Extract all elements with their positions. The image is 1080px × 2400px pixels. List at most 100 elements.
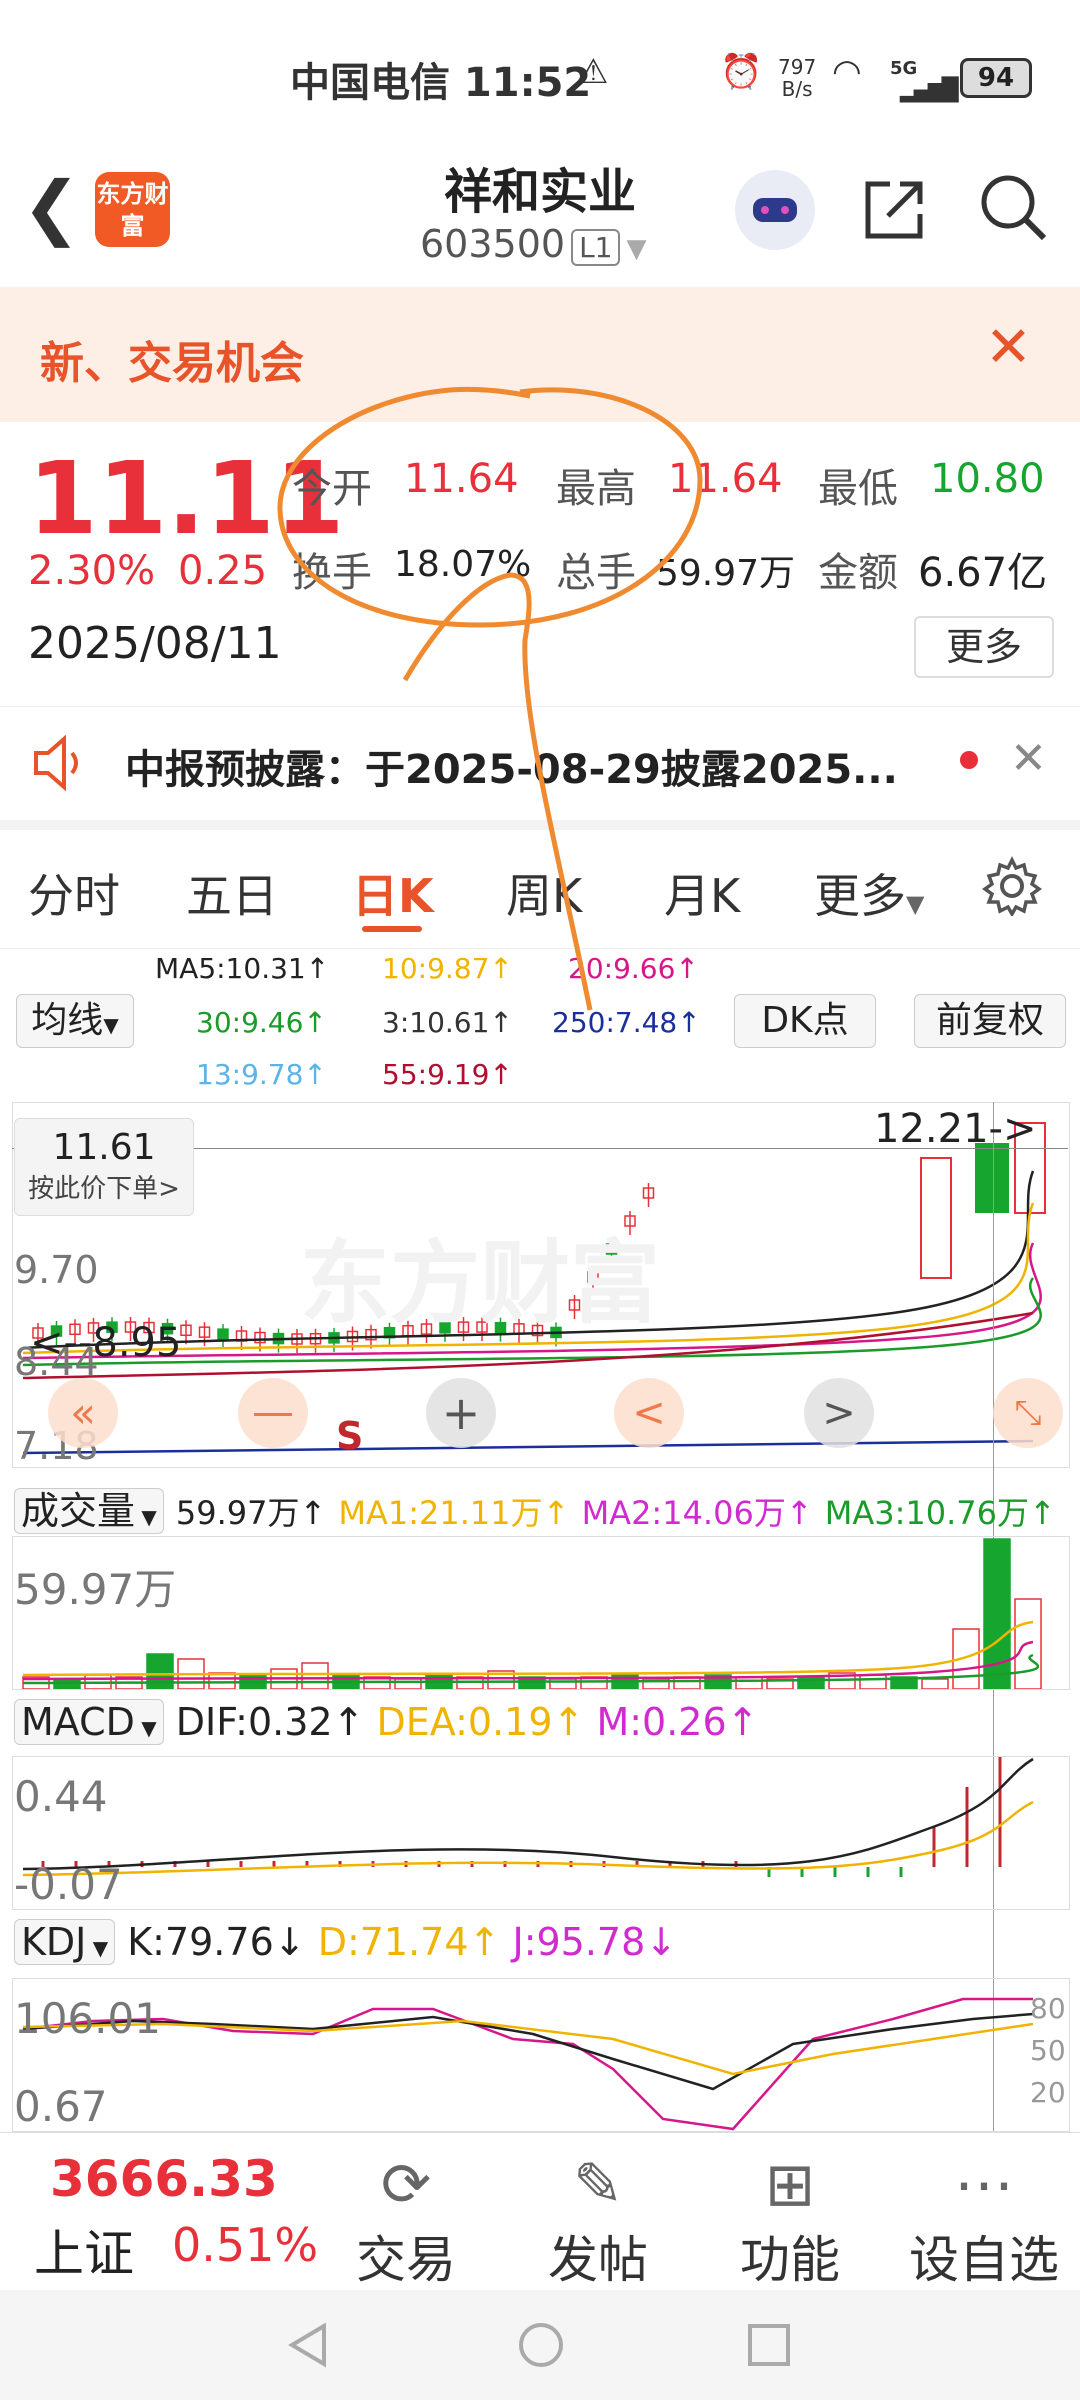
volume-axis-label: 59.97万	[14, 1565, 177, 1614]
kdj-tick-50: 50	[1030, 2034, 1066, 2067]
ma3-value: 3:10.61↑	[382, 1006, 513, 1039]
level-badge: L1	[571, 229, 621, 266]
scroll-right-button[interactable]: >	[804, 1378, 874, 1448]
fullscreen-icon[interactable]: ⤡	[993, 1378, 1063, 1448]
macd-dea: DEA:0.19↑	[376, 1700, 585, 1744]
open-value: 11.64	[404, 456, 519, 502]
yen-coin-icon: ⟳	[380, 2150, 432, 2220]
zoom-out-button[interactable]: —	[238, 1378, 308, 1448]
tab-intraday[interactable]: 分时	[28, 860, 120, 926]
kdj-d-line	[22, 2019, 1034, 2076]
amount-value: 6.67亿	[918, 550, 1048, 596]
kdj-canvas	[22, 1997, 1034, 2131]
home-circle-icon[interactable]	[516, 2320, 566, 2370]
nav-trade[interactable]: ⟳ 交易	[306, 2150, 506, 2292]
tab-weekly-k[interactable]: 周K	[506, 860, 582, 926]
index-name[interactable]: 上证	[34, 2214, 134, 2286]
notice-text: 中报预披露：于2025-08-29披露2025...	[125, 747, 898, 793]
tab-five-day[interactable]: 五日	[186, 860, 278, 926]
volume-bar	[735, 1676, 763, 1690]
nav-add-watchlist[interactable]: ⋯ 设自选	[884, 2150, 1080, 2292]
macd-selector[interactable]: MACD ▼	[14, 1699, 164, 1745]
kdj-axis-top: 106.01	[14, 1994, 161, 2043]
change-amount: 0.25	[178, 548, 268, 594]
kdj-j: J:95.78↓	[512, 1920, 678, 1964]
volume-current: 59.97万↑	[175, 1494, 327, 1532]
search-icon[interactable]	[978, 172, 1050, 244]
kdj-d: D:71.74↑	[317, 1920, 501, 1964]
volume-ma1-line	[22, 1620, 1034, 1677]
signal-icon: ▂▄▆█	[900, 78, 959, 103]
opportunity-banner[interactable]: 新、交易机会 ✕	[0, 287, 1080, 422]
ma-selector[interactable]: 均线▼	[16, 994, 134, 1048]
scroll-left-fast-button[interactable]: «	[48, 1378, 118, 1448]
candle-body	[920, 1157, 952, 1279]
candle-body	[217, 1328, 229, 1340]
status-bar: 中国电信 11:52 ⚠ ⏰ 797 B/s ◠ 5G ▂▄▆█ 94	[0, 0, 1080, 150]
speaker-icon	[34, 735, 78, 791]
high-value: 11.64	[668, 456, 783, 502]
volume-bar	[394, 1678, 422, 1690]
turnover-value: 18.07%	[394, 544, 532, 585]
settings-gear-icon[interactable]	[982, 856, 1042, 916]
kdj-k: K:79.76↓	[127, 1920, 306, 1964]
net-speed: 797 B/s	[778, 55, 817, 101]
kdj-selector[interactable]: KDJ ▼	[14, 1919, 116, 1965]
quote-date: 2025/08/11	[28, 618, 282, 669]
volume-bar	[146, 1653, 174, 1690]
macd-m: M:0.26↑	[596, 1700, 759, 1744]
macd-chart[interactable]	[12, 1747, 1070, 1910]
change-percent: 2.30%	[28, 548, 156, 594]
kdj-chart[interactable]	[12, 1978, 1070, 2132]
kdj-legend: KDJ ▼ K:79.76↓ D:71.74↑ J:95.78↓	[14, 1919, 678, 1965]
volume-selector[interactable]: 成交量 ▼	[14, 1488, 164, 1534]
tab-more[interactable]: 更多▼	[814, 860, 924, 926]
close-icon[interactable]: ✕	[985, 315, 1032, 380]
back-triangle-icon[interactable]	[284, 2320, 334, 2370]
stock-code-selector[interactable]: 603500 L1 ▼	[420, 222, 646, 266]
more-quote-button[interactable]: 更多	[914, 616, 1054, 678]
dk-point-button[interactable]: DK点	[734, 994, 876, 1048]
crosshair-price-box[interactable]: 11.61 按此价下单>	[14, 1118, 194, 1216]
volume-ma2: MA2:14.06万↑	[581, 1494, 813, 1532]
macd-axis-bottom: -0.07	[14, 1860, 123, 1909]
nav-post[interactable]: ✎ 发帖	[498, 2150, 698, 2292]
nav-functions[interactable]: ⊞ 功能	[690, 2150, 890, 2292]
kdj-tick-80: 80	[1030, 1992, 1066, 2025]
open-label: 今开	[292, 466, 372, 512]
period-tabs: 分时 五日 日K 周K 月K 更多▼	[0, 820, 1080, 949]
ma20-value: 20:9.66↑	[568, 952, 699, 985]
notice-bar[interactable]: 中报预披露：于2025-08-29披露2025... ✕	[0, 706, 1080, 817]
network-type: 5G	[890, 58, 918, 79]
order-hint: 按此价下单>	[28, 1174, 180, 1204]
scroll-left-button[interactable]: <	[614, 1378, 684, 1448]
low-label: 最低	[818, 466, 898, 512]
recents-square-icon[interactable]	[744, 2320, 794, 2370]
amount-label: 金额	[818, 550, 898, 596]
tab-daily-k[interactable]: 日K	[352, 860, 434, 926]
banner-text: 新、交易机会	[40, 338, 304, 389]
battery-icon: 94	[960, 58, 1032, 98]
macd-dif: DIF:0.32↑	[175, 1700, 365, 1744]
tab-monthly-k[interactable]: 月K	[664, 860, 740, 926]
zoom-in-button[interactable]: +	[426, 1378, 496, 1448]
ma10-value: 10:9.87↑	[382, 952, 513, 985]
ma30-value: 30:9.46↑	[196, 1006, 327, 1039]
ma55-value: 55:9.19↑	[382, 1058, 513, 1091]
app-notification-icon: ⚠	[578, 52, 609, 92]
ma5-value: MA5:10.31↑	[155, 952, 330, 985]
low-value: 10.80	[930, 456, 1045, 502]
price-adjust-button[interactable]: 前复权	[914, 994, 1066, 1048]
volume-ma1: MA1:21.11万↑	[338, 1494, 570, 1532]
wifi-icon: ◠	[832, 52, 862, 92]
share-icon[interactable]	[860, 174, 930, 244]
ai-assistant-icon[interactable]	[735, 170, 815, 250]
volume-ma3: MA3:10.76万↑	[824, 1494, 1056, 1532]
more-dots-icon: ⋯	[954, 2150, 1014, 2220]
close-notice-icon[interactable]: ✕	[1010, 733, 1047, 784]
macd-dif-line	[22, 1757, 1034, 1871]
axis-label-top: 9.70	[14, 1248, 99, 1292]
chevron-down-icon: ▼	[626, 234, 647, 264]
volume-label: 总手	[556, 550, 636, 596]
index-value[interactable]: 3666.33	[50, 2150, 278, 2208]
